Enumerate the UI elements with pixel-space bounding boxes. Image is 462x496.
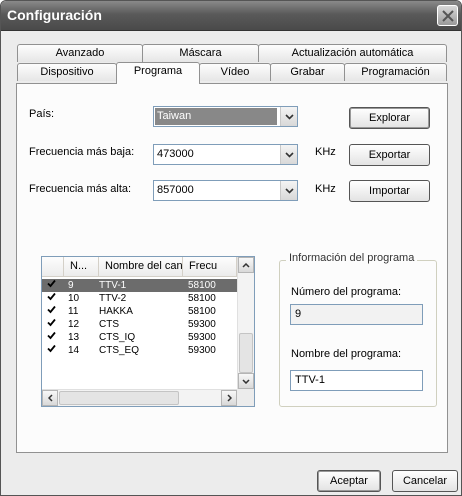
channel-name: CTS bbox=[99, 319, 119, 330]
checkmark-icon[interactable] bbox=[47, 292, 56, 305]
freq-low-select[interactable]: 473000 bbox=[153, 144, 298, 165]
import-button[interactable]: Importar bbox=[349, 180, 430, 202]
channel-row[interactable]: 14 CTS_EQ 59300 bbox=[42, 344, 237, 357]
checkmark-icon[interactable] bbox=[47, 318, 56, 331]
channel-name: CTS_IQ bbox=[99, 332, 136, 343]
freq-low-dropdown-button[interactable] bbox=[280, 145, 297, 164]
channel-row[interactable]: 12 CTS 59300 bbox=[42, 318, 237, 331]
channel-row[interactable]: 9 TTV-1 58100 bbox=[42, 279, 237, 292]
column-header-frequency[interactable]: Frecu bbox=[183, 257, 237, 277]
chevron-left-icon bbox=[47, 394, 53, 402]
channel-number: 11 bbox=[68, 306, 79, 317]
column-header-check[interactable] bbox=[42, 257, 64, 277]
chevron-down-icon bbox=[284, 151, 294, 158]
channel-number: 12 bbox=[68, 319, 80, 330]
channel-name: TTV-1 bbox=[99, 280, 127, 291]
vertical-scroll-thumb[interactable] bbox=[239, 333, 253, 373]
settings-dialog: Configuración Avanzado Máscara Actualiza… bbox=[0, 0, 462, 496]
freq-low-label: Frecuencia más baja: bbox=[29, 146, 135, 158]
vertical-scrollbar[interactable] bbox=[237, 257, 254, 389]
channel-frequency: 59300 bbox=[188, 345, 216, 356]
column-header-number[interactable]: N... bbox=[64, 257, 99, 277]
program-name-label: Nombre del programa: bbox=[291, 348, 402, 360]
country-value: Taiwan bbox=[155, 108, 277, 125]
freq-high-select[interactable]: 857000 bbox=[153, 180, 298, 201]
scroll-right-button[interactable] bbox=[221, 390, 237, 406]
channel-number: 9 bbox=[68, 280, 74, 291]
scroll-up-button[interactable] bbox=[238, 257, 254, 273]
scroll-down-button[interactable] bbox=[238, 373, 254, 389]
chevron-down-icon bbox=[284, 187, 294, 194]
channel-row[interactable]: 11 HAKKA 58100 bbox=[42, 305, 237, 318]
checkmark-icon[interactable] bbox=[47, 305, 56, 318]
horizontal-scroll-thumb[interactable] bbox=[59, 391, 179, 405]
scroll-left-button[interactable] bbox=[42, 390, 58, 406]
channel-frequency: 59300 bbox=[188, 332, 216, 343]
freq-low-unit: KHz bbox=[315, 146, 336, 158]
country-select[interactable]: Taiwan bbox=[153, 106, 298, 127]
channel-row[interactable]: 13 CTS_IQ 59300 bbox=[42, 331, 237, 344]
horizontal-scrollbar[interactable] bbox=[42, 389, 237, 406]
freq-high-dropdown-button[interactable] bbox=[280, 181, 297, 200]
chevron-down-icon bbox=[284, 113, 294, 120]
freq-high-label: Frecuencia más alta: bbox=[29, 183, 132, 195]
chevron-up-icon bbox=[242, 262, 250, 268]
ok-button[interactable]: Aceptar bbox=[317, 470, 381, 492]
checkmark-icon[interactable] bbox=[47, 331, 56, 344]
program-name-field[interactable]: TTV-1 bbox=[290, 370, 423, 391]
channel-name: HAKKA bbox=[99, 306, 133, 317]
freq-low-value: 473000 bbox=[157, 148, 194, 160]
channel-row[interactable]: 10 TTV-2 58100 bbox=[42, 292, 237, 305]
program-number-label: Número del programa: bbox=[291, 286, 402, 298]
freq-high-value: 857000 bbox=[157, 184, 194, 196]
chevron-right-icon bbox=[226, 394, 232, 402]
checkmark-icon[interactable] bbox=[47, 279, 56, 292]
channel-name: TTV-2 bbox=[99, 293, 127, 304]
scroll-corner bbox=[237, 389, 254, 406]
scan-button[interactable]: Explorar bbox=[349, 107, 430, 129]
channel-number: 10 bbox=[68, 293, 80, 304]
country-dropdown-button[interactable] bbox=[280, 107, 297, 126]
freq-high-unit: KHz bbox=[315, 183, 336, 195]
program-number-field[interactable]: 9 bbox=[290, 304, 423, 325]
channel-number: 13 bbox=[68, 332, 80, 343]
country-label: País: bbox=[29, 108, 55, 120]
channel-list[interactable]: N... Nombre del canal Frecu 9 TTV-1 5810… bbox=[41, 256, 255, 407]
channel-frequency: 58100 bbox=[188, 293, 216, 304]
program-info-group-title: Información del programa bbox=[286, 252, 418, 264]
cancel-button[interactable]: Cancelar bbox=[392, 470, 458, 492]
checkmark-icon[interactable] bbox=[47, 344, 56, 357]
channel-frequency: 59300 bbox=[188, 319, 216, 330]
channel-frequency: 58100 bbox=[188, 306, 216, 317]
channel-number: 14 bbox=[68, 345, 80, 356]
chevron-down-icon bbox=[242, 378, 250, 384]
channel-frequency: 58100 bbox=[188, 280, 216, 291]
export-button[interactable]: Exportar bbox=[349, 144, 430, 166]
channel-name: CTS_EQ bbox=[99, 345, 140, 356]
column-header-channel-name[interactable]: Nombre del canal bbox=[99, 257, 183, 277]
